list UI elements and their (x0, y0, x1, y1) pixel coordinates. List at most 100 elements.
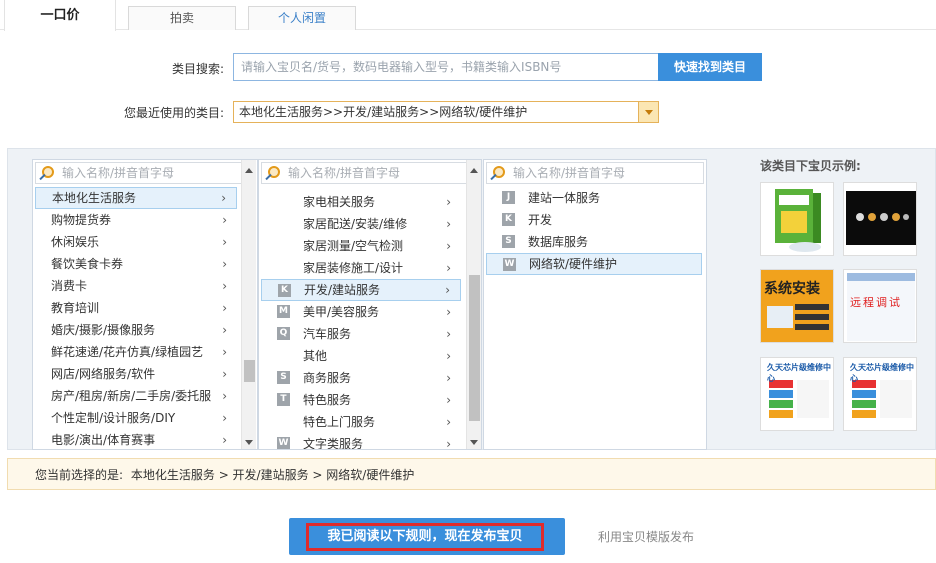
column-1-filter-input[interactable]: 输入名称/拼音首字母 (35, 162, 255, 184)
letter-badge: S (277, 371, 290, 384)
example-image-3[interactable]: 系统安装 (760, 269, 834, 343)
category-search-input[interactable]: 请输入宝贝名/货号，数码电器输入型号，书籍类输入ISBN号 (233, 53, 659, 81)
category-label: 餐饮美食卡券 (51, 257, 124, 271)
example-image-4[interactable]: 远程调试 (843, 269, 917, 343)
tab-auction[interactable]: 拍卖 (128, 6, 236, 30)
category-item[interactable]: 网店/网络服务/软件 › (35, 363, 237, 385)
category-item[interactable]: W 网络软/硬件维护 (486, 253, 702, 275)
scroll-down-icon[interactable] (470, 440, 478, 445)
publish-button[interactable]: 我已阅读以下规则，现在发布宝贝 (289, 518, 565, 555)
category-item[interactable]: 房产/租房/新房/二手房/委托服 › (35, 385, 237, 407)
category-label: 特色上门服务 (303, 415, 376, 429)
publish-category-page: 一口价 拍卖 个人闲置 类目搜索: 请输入宝贝名/货号，数码电器输入型号，书籍类… (0, 0, 936, 563)
category-item[interactable]: 购物提货券 › (35, 209, 237, 231)
category-item[interactable]: K 开发 (486, 209, 702, 231)
category-label: 电影/演出/体育赛事 (51, 433, 156, 447)
software-box-image (775, 189, 821, 252)
category-label: 汽车服务 (303, 327, 352, 341)
chevron-right-icon: › (446, 371, 451, 385)
example-image-1[interactable] (760, 182, 834, 256)
category-label: 鲜花速递/花卉仿真/绿植园艺 (51, 345, 204, 359)
scroll-thumb[interactable] (244, 360, 255, 382)
recent-category-select[interactable]: 本地化生活服务>>开发/建站服务>>网络软/硬件维护 (233, 101, 659, 123)
category-label: 数据库服务 (528, 235, 589, 249)
category-item[interactable]: K 开发/建站服务 › (261, 279, 461, 301)
category-item[interactable]: 本地化生活服务 › (35, 187, 237, 209)
category-label: 教育培训 (51, 301, 100, 315)
category-column-2: 输入名称/拼音首字母 家电相关服务 › 家居配送/安装/维修 › 家居测量/空气检测 › 家… (258, 159, 482, 450)
category-item[interactable]: 其他 › (261, 345, 461, 367)
category-column-3: 输入名称/拼音首字母 J 建站一体服务 K 开发 S 数据库服务 W 网络软/硬件维护 (483, 159, 707, 450)
letter-badge: S (502, 235, 515, 248)
scroll-down-icon[interactable] (245, 440, 253, 445)
column-2-scrollbar[interactable] (466, 160, 481, 449)
category-label: 其他 (303, 349, 328, 363)
chevron-right-icon: › (222, 235, 227, 249)
category-item[interactable]: S 数据库服务 (486, 231, 702, 253)
category-item[interactable]: 电影/演出/体育赛事 › (35, 429, 237, 449)
category-label: 网络软/硬件维护 (529, 257, 618, 271)
letter-badge: W (277, 437, 290, 449)
category-item[interactable]: 家居装修施工/设计 › (261, 257, 461, 279)
category-label: 网店/网络服务/软件 (51, 367, 156, 381)
category-item[interactable]: 家居测量/空气检测 › (261, 235, 461, 257)
category-label: 购物提货券 (51, 213, 112, 227)
search-icon (42, 166, 54, 178)
selected-path: 本地化生活服务 > 开发/建站服务 > 网络软/硬件维护 (130, 468, 415, 482)
tab-personal-idle[interactable]: 个人闲置 (248, 6, 356, 30)
category-item[interactable]: 婚庆/摄影/摄像服务 › (35, 319, 237, 341)
category-item[interactable]: 特色上门服务 › (261, 411, 461, 433)
chevron-right-icon: › (222, 213, 227, 227)
category-item[interactable]: S 商务服务 › (261, 367, 461, 389)
category-item[interactable]: Q 汽车服务 › (261, 323, 461, 345)
column-3-filter-input[interactable]: 输入名称/拼音首字母 (486, 162, 704, 184)
repair-center-text: 久天芯片级维修中心 (850, 363, 914, 383)
chevron-right-icon: › (222, 279, 227, 293)
category-item[interactable]: 休闲娱乐 › (35, 231, 237, 253)
category-item[interactable]: M 美甲/美容服务 › (261, 301, 461, 323)
category-item[interactable]: 家电相关服务 › (261, 191, 461, 213)
chevron-right-icon: › (446, 437, 451, 450)
category-item[interactable]: 教育培训 › (35, 297, 237, 319)
letter-badge: T (277, 393, 290, 406)
system-install-text: 系统安装 (764, 281, 820, 297)
category-label: 消费卡 (51, 279, 88, 293)
example-image-5[interactable]: 久天芯片级维修中心 (760, 357, 834, 431)
remote-debug-text: 远程调试 (850, 296, 902, 309)
category-item[interactable]: W 文字类服务 › (261, 433, 461, 450)
tab-fixed-price[interactable]: 一口价 (4, 0, 116, 31)
search-icon (268, 166, 280, 178)
letter-badge: W (503, 258, 516, 271)
category-item[interactable]: 家居配送/安装/维修 › (261, 213, 461, 235)
scroll-up-icon[interactable] (245, 168, 253, 173)
category-item[interactable]: T 特色服务 › (261, 389, 461, 411)
example-image-2[interactable] (843, 182, 917, 256)
category-item[interactable]: 鲜花速递/花卉仿真/绿植园艺 › (35, 341, 237, 363)
tab-bar: 一口价 拍卖 个人闲置 (0, 0, 936, 31)
example-image-6[interactable]: 久天芯片级维修中心 (843, 357, 917, 431)
chevron-right-icon: › (222, 433, 227, 447)
quick-find-button[interactable]: 快速找到类目 (658, 53, 762, 81)
scroll-thumb[interactable] (469, 275, 480, 421)
letter-badge: K (278, 284, 291, 297)
column-1-scrollbar[interactable] (241, 160, 256, 449)
letter-badge: J (502, 191, 515, 204)
category-item[interactable]: 消费卡 › (35, 275, 237, 297)
chevron-right-icon: › (446, 393, 451, 407)
category-label: 商务服务 (303, 371, 352, 385)
search-icon (493, 166, 505, 178)
category-item[interactable]: 餐饮美食卡券 › (35, 253, 237, 275)
category-label: 家居测量/空气检测 (303, 239, 404, 253)
chevron-right-icon: › (446, 327, 451, 341)
category-label: 美甲/美容服务 (303, 305, 380, 319)
chevron-right-icon: › (446, 239, 451, 253)
category-item[interactable]: J 建站一体服务 (486, 187, 702, 209)
scroll-up-icon[interactable] (470, 168, 478, 173)
template-publish-link[interactable]: 利用宝贝模版发布 (598, 528, 694, 545)
dropdown-arrow-icon[interactable] (638, 102, 658, 122)
chevron-right-icon: › (446, 261, 451, 275)
column-2-filter-input[interactable]: 输入名称/拼音首字母 (261, 162, 479, 184)
letter-badge: Q (277, 327, 290, 340)
category-item[interactable]: 个性定制/设计服务/DIY › (35, 407, 237, 429)
chevron-right-icon: › (222, 345, 227, 359)
